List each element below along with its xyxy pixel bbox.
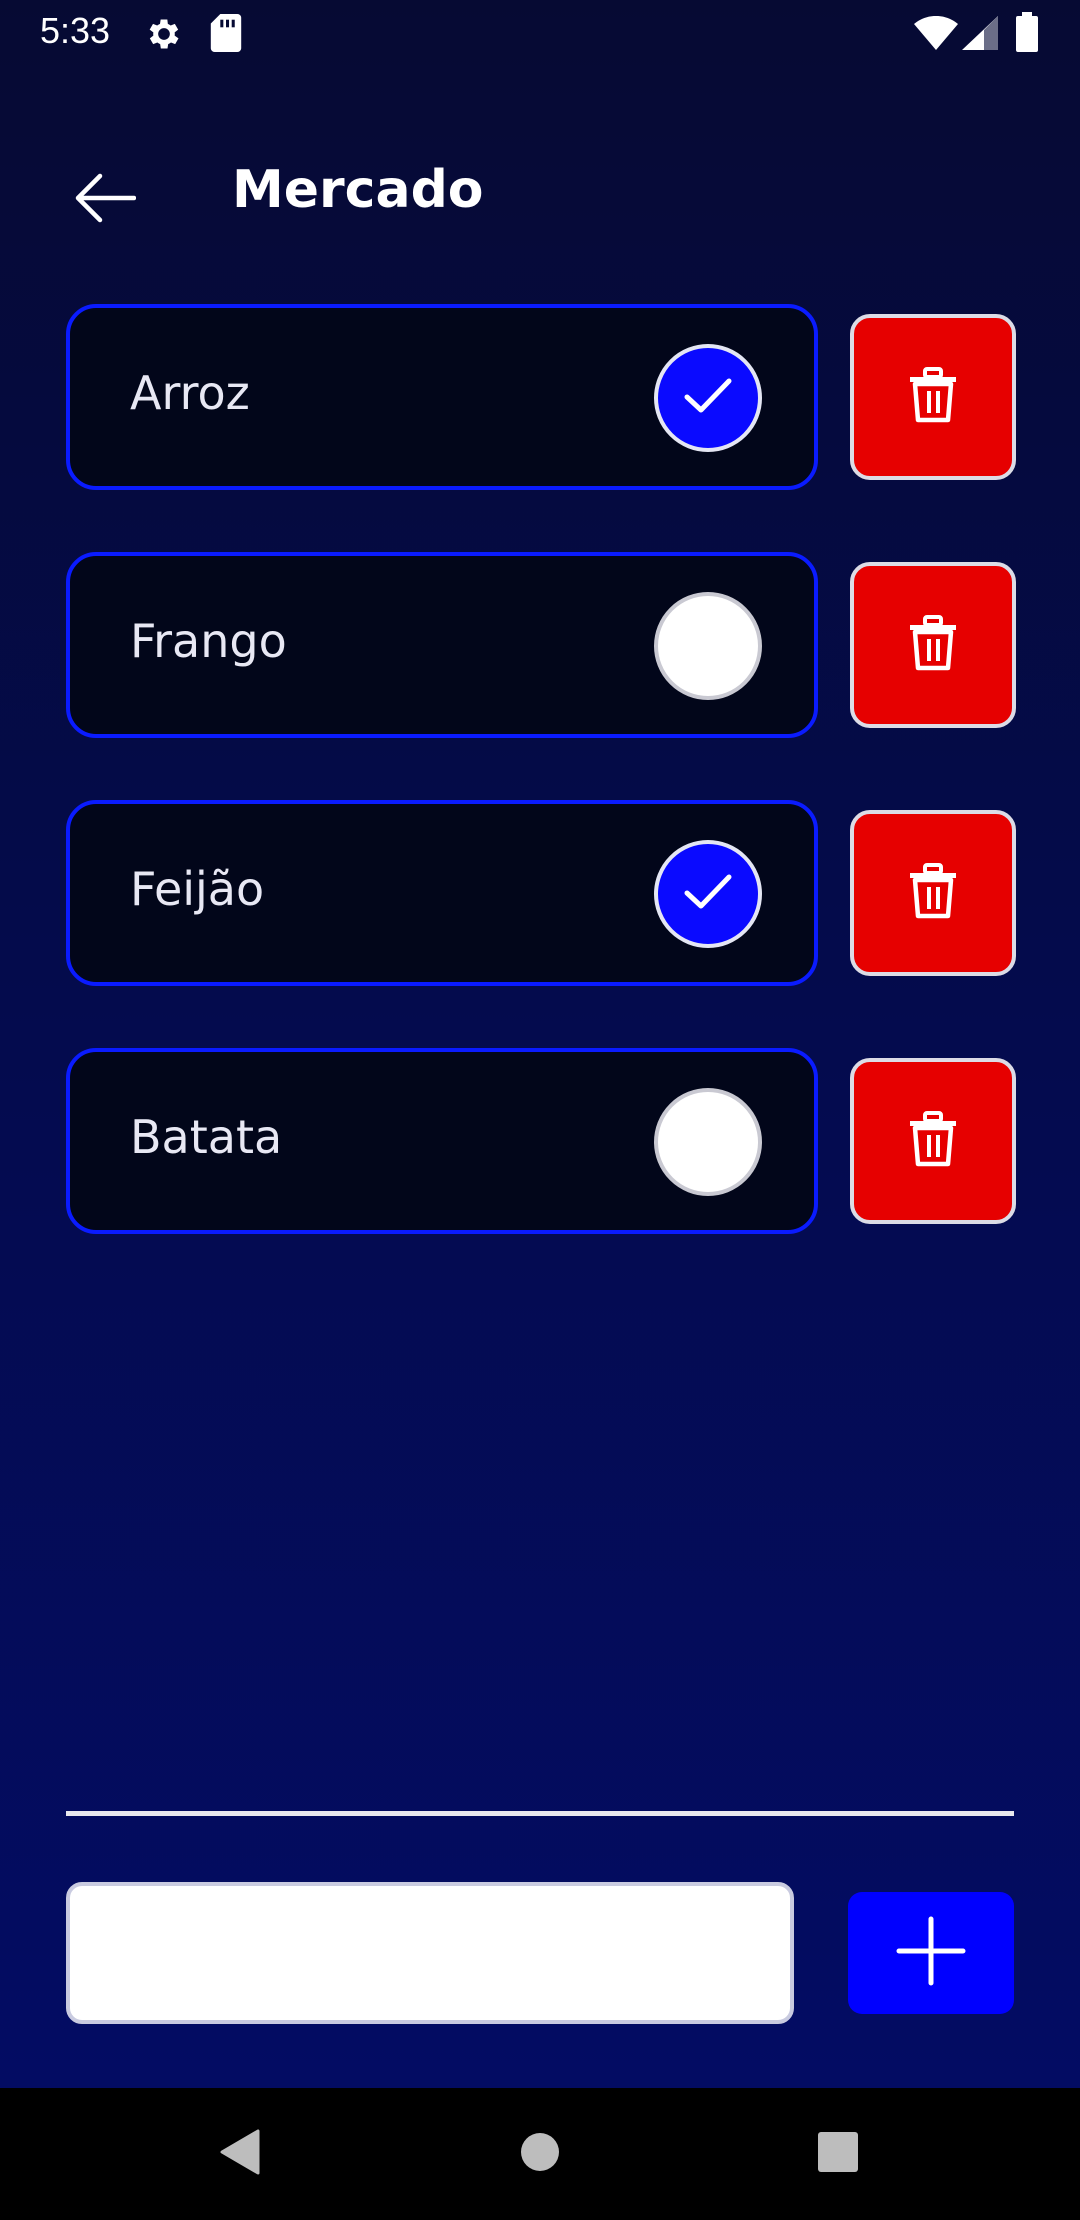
recents-square-icon (817, 2131, 859, 2177)
item-label: Frango (130, 614, 287, 668)
item-checkbox[interactable] (654, 1088, 762, 1196)
list-item: Feijão (66, 800, 1016, 986)
page-title: Mercado (232, 160, 484, 220)
trash-icon (908, 1111, 958, 1171)
item-label: Arroz (130, 366, 250, 420)
checkmark-icon (683, 872, 733, 916)
plus-icon (896, 1916, 966, 1990)
list-item: Batata (66, 1048, 1016, 1234)
delete-button[interactable] (850, 562, 1016, 728)
list-item: Arroz (66, 304, 1016, 490)
battery-icon (1016, 12, 1038, 56)
nav-back-button[interactable] (180, 2088, 300, 2220)
home-circle-icon (519, 2131, 561, 2177)
item-label: Feijão (130, 862, 265, 916)
list-item: Frango (66, 552, 1016, 738)
divider (66, 1811, 1014, 1816)
settings-icon (144, 14, 184, 58)
new-item-input[interactable] (66, 1882, 794, 2024)
item-card: Feijão (66, 800, 818, 986)
trash-icon (908, 863, 958, 923)
nav-recents-button[interactable] (778, 2088, 898, 2220)
system-nav-bar (0, 2088, 1080, 2220)
nav-home-button[interactable] (480, 2088, 600, 2220)
sd-card-icon (210, 14, 242, 56)
delete-button[interactable] (850, 1058, 1016, 1224)
delete-button[interactable] (850, 314, 1016, 480)
arrow-left-icon (74, 173, 137, 227)
item-card: Arroz (66, 304, 818, 490)
add-item-button[interactable] (848, 1892, 1014, 2014)
item-checkbox[interactable] (654, 592, 762, 700)
trash-icon (908, 615, 958, 675)
item-card: Batata (66, 1048, 818, 1234)
cellular-signal-icon (962, 16, 998, 54)
checkmark-icon (683, 376, 733, 420)
item-checkbox[interactable] (654, 344, 762, 452)
back-button[interactable] (62, 162, 148, 238)
item-label: Batata (130, 1110, 283, 1164)
status-bar: 5:33 (0, 0, 1080, 68)
back-triangle-icon (220, 2129, 260, 2179)
item-card: Frango (66, 552, 818, 738)
status-time: 5:33 (40, 10, 111, 51)
item-checkbox[interactable] (654, 840, 762, 948)
wifi-icon (914, 15, 958, 54)
app-screen: 5:33 Mercado Arroz Frango Feijão Batata (0, 0, 1080, 2220)
trash-icon (908, 367, 958, 427)
delete-button[interactable] (850, 810, 1016, 976)
